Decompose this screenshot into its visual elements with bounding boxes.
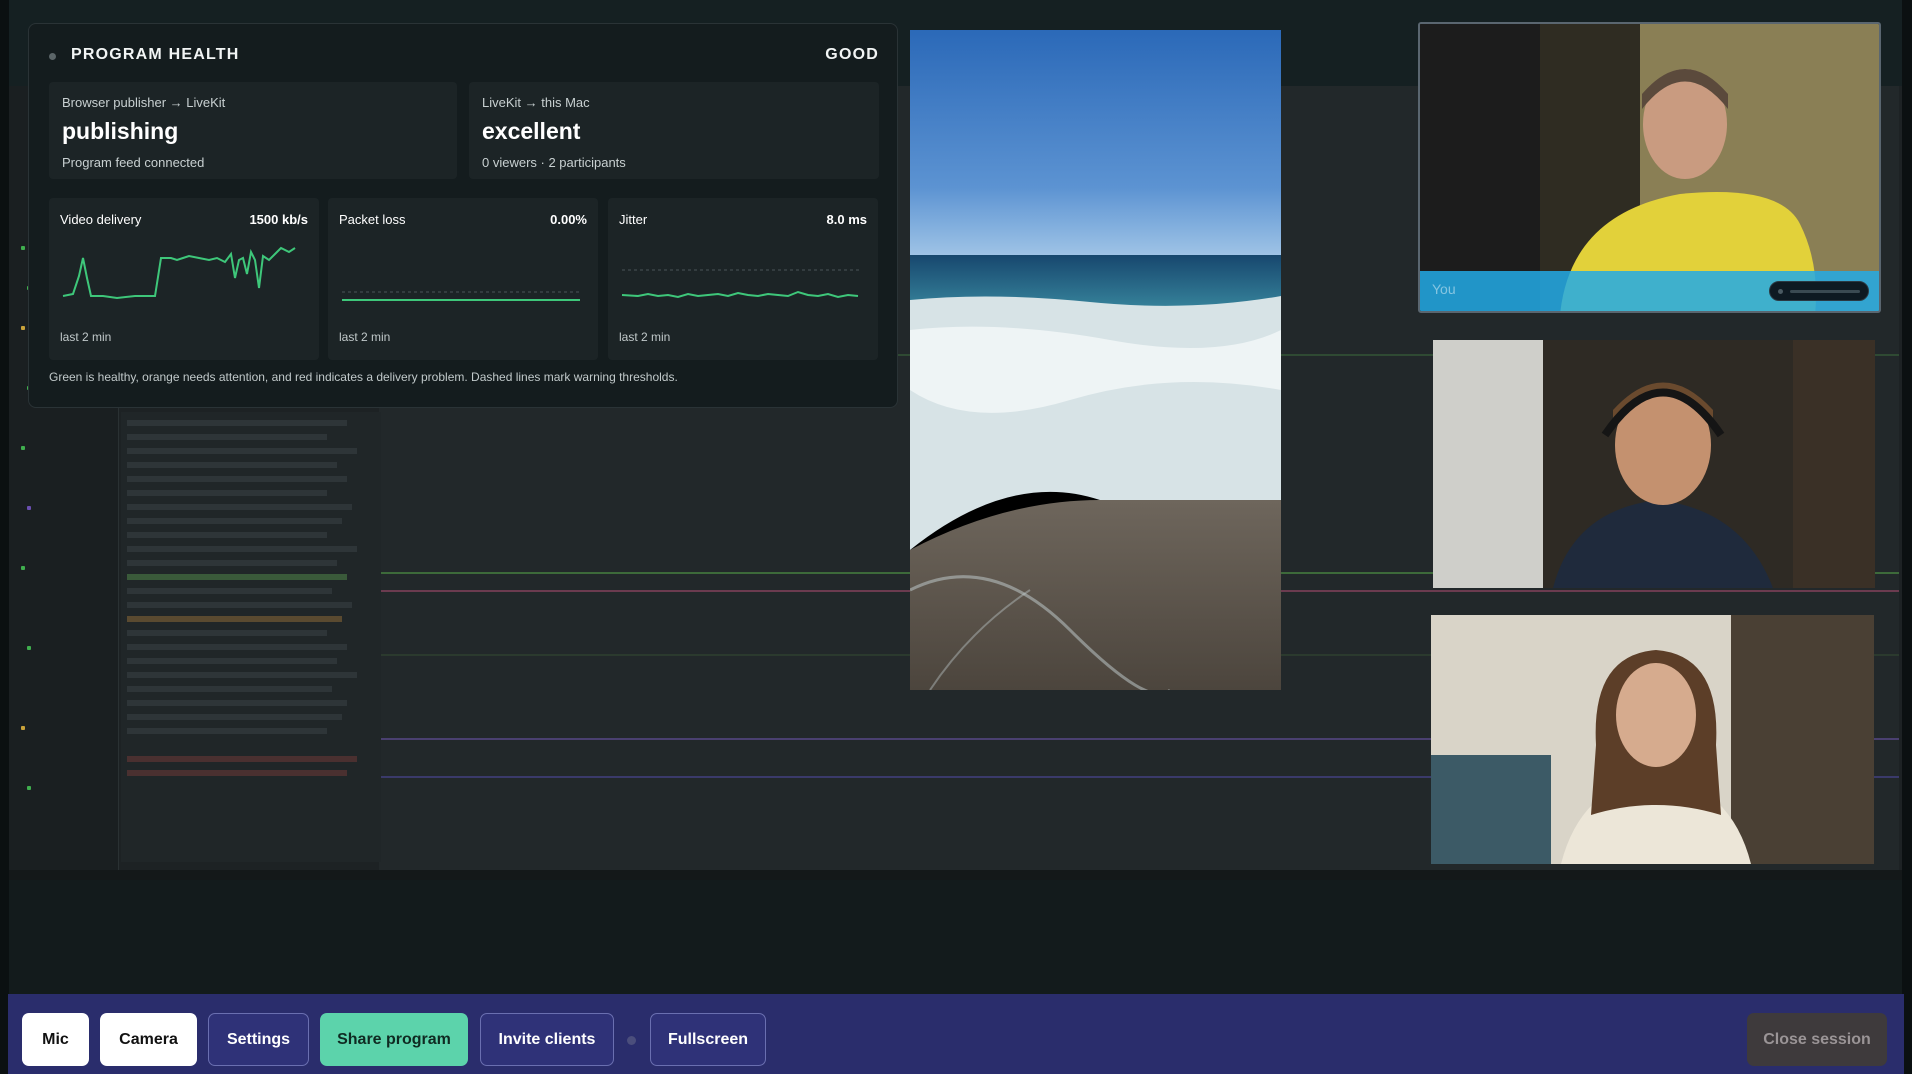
- program-health-panel: PROGRAM HEALTH GOOD Browser publisher → …: [28, 23, 898, 408]
- publisher-state: publishing: [62, 118, 179, 144]
- metric-window: last 2 min: [619, 330, 671, 344]
- status-dot-icon: [49, 53, 56, 60]
- receiver-route: LiveKit → this Mac: [482, 95, 590, 110]
- receiver-card: LiveKit → this Mac excellent 0 viewers ·…: [469, 82, 879, 179]
- metric-label: Packet loss: [339, 212, 406, 227]
- metric-value: 1500 kb/s: [249, 212, 308, 227]
- beach-video-image: [910, 30, 1281, 690]
- participant-tile-2[interactable]: [1433, 340, 1875, 588]
- publisher-detail: Program feed connected: [62, 155, 205, 170]
- close-session-button[interactable]: Close session: [1747, 1013, 1887, 1066]
- publisher-card: Browser publisher → LiveKit publishing P…: [49, 82, 457, 179]
- publisher-route: Browser publisher → LiveKit: [62, 95, 226, 110]
- settings-button[interactable]: Settings: [208, 1013, 309, 1066]
- video-delivery-sparkline: [62, 246, 296, 300]
- metric-label: Jitter: [619, 212, 648, 227]
- health-status: GOOD: [825, 46, 879, 63]
- camera-button[interactable]: Camera: [100, 1013, 197, 1066]
- health-title: PROGRAM HEALTH: [71, 46, 240, 63]
- share-program-button[interactable]: Share program: [320, 1013, 468, 1066]
- metric-label: Video delivery: [60, 212, 142, 227]
- fullscreen-button[interactable]: Fullscreen: [650, 1013, 766, 1066]
- metric-jitter: Jitter 8.0 ms last 2 min: [608, 198, 878, 360]
- jitter-sparkline: [621, 269, 860, 299]
- participant-tile-you[interactable]: You: [1418, 22, 1881, 313]
- packet-loss-sparkline: [342, 291, 580, 301]
- you-video-image: [1420, 24, 1879, 311]
- mic-dot-icon: [1778, 289, 1783, 294]
- session-toolbar: Mic Camera Settings Share program Invite…: [8, 994, 1904, 1074]
- you-status-bar: You: [1420, 271, 1879, 311]
- metric-packet-loss: Packet loss 0.00% last 2 min: [328, 198, 598, 360]
- participant-tile-3[interactable]: [1431, 615, 1874, 864]
- receiver-detail: 0 viewers · 2 participants: [482, 155, 626, 170]
- health-legend-note: Green is healthy, orange needs attention…: [49, 370, 678, 384]
- participant-3-video-image: [1431, 615, 1874, 864]
- metric-window: last 2 min: [339, 330, 391, 344]
- metric-window: last 2 min: [60, 330, 112, 344]
- metric-value: 8.0 ms: [826, 212, 867, 227]
- daw-status-bar: [9, 870, 1902, 880]
- program-video-tile: [910, 30, 1281, 690]
- mic-button[interactable]: Mic: [22, 1013, 89, 1066]
- app-stage: PROGRAM HEALTH GOOD Browser publisher → …: [0, 0, 1912, 1074]
- metric-video-delivery: Video delivery 1500 kb/s last 2 min: [49, 198, 319, 360]
- participant-name: You: [1432, 281, 1456, 297]
- participant-2-video-image: [1433, 340, 1875, 588]
- invite-clients-button[interactable]: Invite clients: [480, 1013, 614, 1066]
- receiver-state: excellent: [482, 118, 581, 144]
- health-header: PROGRAM HEALTH GOOD: [49, 46, 879, 66]
- audio-level-indicator: [1769, 281, 1869, 301]
- toolbar-separator-icon: [627, 1036, 636, 1045]
- metric-value: 0.00%: [550, 212, 587, 227]
- daw-mixer: [121, 412, 381, 862]
